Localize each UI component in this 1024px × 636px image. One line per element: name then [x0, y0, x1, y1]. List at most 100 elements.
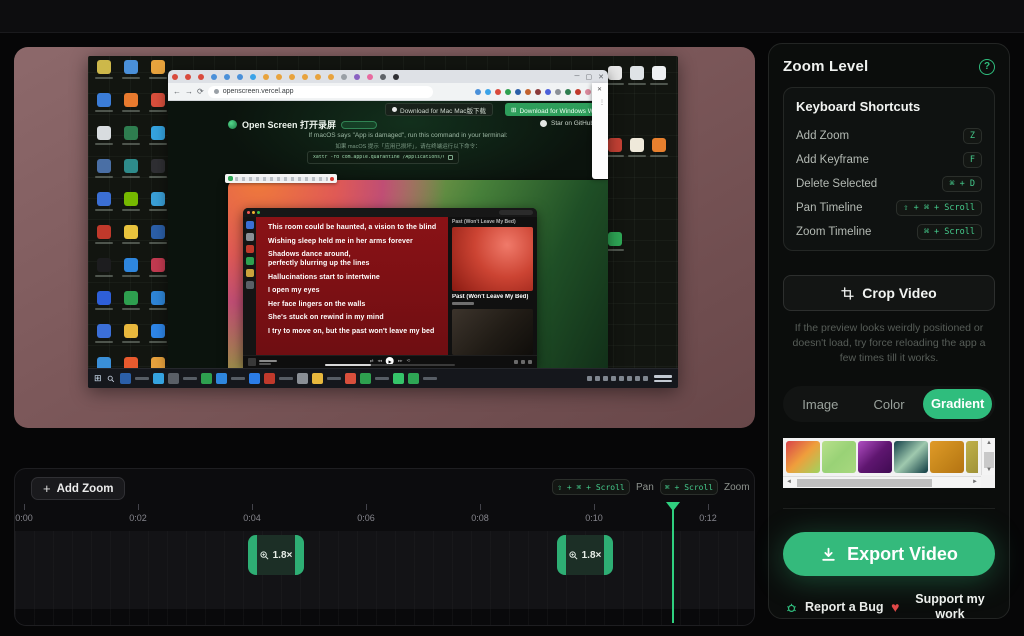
desktop-icon[interactable] [124, 159, 138, 173]
gradient-swatch[interactable] [966, 441, 978, 473]
vertical-scroll-thumb[interactable] [984, 452, 994, 468]
favicon[interactable] [495, 89, 501, 95]
gradient-swatch[interactable] [930, 441, 964, 473]
desktop-icon[interactable] [151, 192, 165, 206]
horizontal-scroll-thumb[interactable] [797, 479, 932, 487]
add-zoom-button[interactable]: + Add Zoom [31, 477, 125, 500]
help-icon[interactable]: ? [979, 59, 995, 75]
minimize-icon[interactable]: ─ [575, 73, 580, 81]
favicon[interactable] [380, 74, 386, 80]
desktop-icon[interactable] [151, 291, 165, 305]
scroll-down-icon[interactable]: ▼ [986, 467, 992, 473]
taskbar-app-icon[interactable] [360, 373, 371, 384]
desktop-icon[interactable] [124, 60, 138, 74]
desktop-icon[interactable] [151, 159, 165, 173]
scroll-up-icon[interactable]: ▲ [986, 440, 992, 446]
favicon[interactable] [224, 74, 230, 80]
crop-video-button[interactable]: Crop Video [783, 275, 995, 311]
download-mac-button[interactable]: Download for Mac Mac版下载 [385, 103, 493, 116]
playlist-thumb[interactable] [246, 281, 254, 289]
gradient-swatch[interactable] [822, 441, 856, 473]
favicon[interactable] [555, 89, 561, 95]
desktop-icon[interactable] [124, 93, 138, 107]
desktop-icon[interactable] [97, 192, 111, 206]
record-dot-icon[interactable] [330, 177, 334, 181]
favicon[interactable] [250, 74, 256, 80]
playlist-thumb[interactable] [246, 269, 254, 277]
desktop-icon[interactable] [151, 324, 165, 338]
taskbar-app-icon[interactable] [153, 373, 164, 384]
playlist-thumb[interactable] [246, 233, 254, 241]
segment-right-handle[interactable] [604, 535, 613, 575]
desktop-icon[interactable] [608, 66, 622, 80]
video-preview[interactable]: ─ ▢ ✕ ← → ⟳ openscreen.vercel.app ⋮ [14, 47, 755, 428]
forward-icon[interactable]: → [185, 88, 193, 96]
playhead-line[interactable] [672, 506, 674, 623]
favicon[interactable] [289, 74, 295, 80]
favicon[interactable] [515, 89, 521, 95]
desktop-icon[interactable] [97, 225, 111, 239]
report-bug-button[interactable]: Report a Bug [785, 600, 883, 614]
desktop-icon[interactable] [97, 60, 111, 74]
desktop-icon[interactable] [151, 60, 165, 74]
taskbar-app-icon[interactable] [312, 373, 323, 384]
close-icon[interactable]: ✕ [598, 73, 604, 81]
favicon[interactable] [475, 89, 481, 95]
favicon[interactable] [367, 74, 373, 80]
zoom-segment-2[interactable]: 1.8× [557, 535, 613, 575]
desktop-icon[interactable] [151, 258, 165, 272]
desktop-icon[interactable] [97, 126, 111, 140]
favicon[interactable] [302, 74, 308, 80]
favicon[interactable] [585, 89, 591, 95]
maximize-icon[interactable]: ▢ [586, 73, 593, 81]
playlist-thumb[interactable] [246, 257, 254, 265]
desktop-icon[interactable] [608, 138, 622, 152]
gradient-swatch[interactable] [894, 441, 928, 473]
desktop-icon[interactable] [124, 192, 138, 206]
horizontal-scrollbar[interactable]: ◄ ► [783, 476, 981, 488]
desktop-icon[interactable] [630, 138, 644, 152]
playlist-thumb[interactable] [246, 245, 254, 253]
start-icon[interactable]: ⊞ [94, 374, 102, 383]
github-link[interactable]: Star on GitHub [540, 120, 594, 127]
favicon[interactable] [485, 89, 491, 95]
desktop-icon[interactable] [97, 258, 111, 272]
favicon[interactable] [341, 74, 347, 80]
timeline-ruler[interactable]: 0:000:020:040:060:080:100:12 [15, 504, 755, 531]
panel-close-icon[interactable]: ✕ [597, 86, 602, 93]
zoom-segment-1[interactable]: 1.8× [248, 535, 304, 575]
desktop-icon[interactable] [124, 291, 138, 305]
tab-gradient[interactable]: Gradient [923, 389, 992, 419]
desktop-icon[interactable] [630, 66, 644, 80]
desktop-icon[interactable] [151, 225, 165, 239]
desktop-icon[interactable] [124, 126, 138, 140]
taskbar-app-icon[interactable] [201, 373, 212, 384]
scroll-left-icon[interactable]: ◄ [786, 479, 792, 485]
favicon[interactable] [172, 74, 178, 80]
favicon[interactable] [237, 74, 243, 80]
desktop-icon[interactable] [97, 291, 111, 305]
favicon[interactable] [315, 74, 321, 80]
favicon[interactable] [565, 89, 571, 95]
desktop-icon[interactable] [151, 93, 165, 107]
terminal-command-box[interactable]: xattr -rd com.apple.quarantine /Applicat… [307, 151, 459, 164]
desktop-icon[interactable] [151, 126, 165, 140]
segment-left-handle[interactable] [557, 535, 566, 575]
desktop-icon[interactable] [652, 66, 666, 80]
favicon[interactable] [393, 74, 399, 80]
favicon[interactable] [545, 89, 551, 95]
desktop-icon[interactable] [124, 225, 138, 239]
segment-left-handle[interactable] [248, 535, 257, 575]
favicon[interactable] [276, 74, 282, 80]
desktop-icon[interactable] [124, 324, 138, 338]
taskbar-app-icon[interactable] [393, 373, 404, 384]
taskbar-app-icon[interactable] [249, 373, 260, 384]
favicon[interactable] [575, 89, 581, 95]
taskbar-app-icon[interactable] [120, 373, 131, 384]
taskbar-app-icon[interactable] [168, 373, 179, 384]
address-bar[interactable]: openscreen.vercel.app [208, 86, 433, 98]
taskbar-app-icon[interactable] [408, 373, 419, 384]
favicon[interactable] [185, 74, 191, 80]
copy-icon[interactable] [448, 155, 453, 160]
taskbar-app-icon[interactable] [264, 373, 275, 384]
